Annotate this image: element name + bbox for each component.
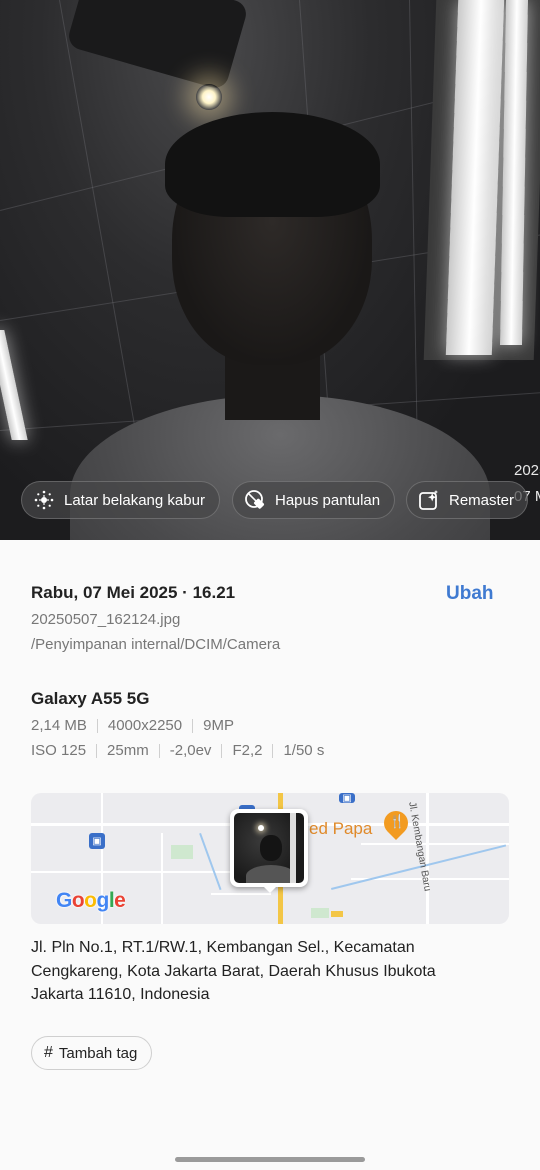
bus-stop-icon: ▣ bbox=[89, 833, 105, 849]
focal-length: 25mm bbox=[107, 742, 149, 759]
file-name: 20250507_162124.jpg bbox=[31, 611, 181, 628]
separator bbox=[272, 743, 274, 758]
phone-flash-light bbox=[196, 84, 222, 110]
details-panel: Rabu, 07 Mei 2025 · 16.21 Ubah 20250507_… bbox=[0, 540, 540, 1170]
blur-background-icon bbox=[32, 488, 56, 512]
separator bbox=[96, 743, 98, 758]
exposure-value: -2,0ev bbox=[169, 742, 212, 759]
map-river bbox=[199, 833, 222, 891]
thumbnail-image bbox=[234, 813, 304, 883]
suggestion-chips: Latar belakang kabur Hapus pantulan Rema… bbox=[21, 481, 540, 519]
home-indicator[interactable] bbox=[175, 1157, 365, 1162]
hashtag-icon: # bbox=[44, 1044, 53, 1061]
phone-silhouette bbox=[65, 0, 250, 91]
chip-label: Latar belakang kabur bbox=[64, 491, 205, 509]
map-road-marker bbox=[331, 911, 343, 917]
map-park bbox=[311, 908, 329, 918]
map-road bbox=[361, 843, 509, 845]
chip-remove-reflection[interactable]: Hapus pantulan bbox=[232, 481, 395, 519]
chip-label: Remaster bbox=[449, 491, 515, 509]
file-specs: 2,14 MB 4000x2250 9MP bbox=[31, 717, 234, 734]
map-road bbox=[161, 833, 163, 924]
map-park bbox=[171, 845, 193, 859]
separator bbox=[192, 718, 194, 733]
shutter-speed: 1/50 s bbox=[283, 742, 325, 759]
megapixels: 9MP bbox=[203, 717, 234, 734]
map-road bbox=[211, 893, 271, 895]
sparkle-remaster-icon bbox=[417, 488, 441, 512]
camera-specs: ISO 125 25mm -2,0ev F2,2 1/50 s bbox=[31, 742, 324, 759]
iso-value: ISO 125 bbox=[31, 742, 87, 759]
aperture: F2,2 bbox=[232, 742, 263, 759]
file-path: /Penyimpanan internal/DCIM/Camera bbox=[31, 636, 281, 653]
add-tag-label: Tambah tag bbox=[58, 1044, 138, 1062]
fluorescent-light bbox=[0, 330, 28, 440]
file-size: 2,14 MB bbox=[31, 717, 87, 734]
google-logo: Google bbox=[56, 889, 126, 912]
chip-label: Hapus pantulan bbox=[275, 491, 381, 509]
eraser-reflection-icon bbox=[243, 488, 267, 512]
person-hair bbox=[165, 112, 380, 217]
capture-datetime: Rabu, 07 Mei 2025 · 16.21 bbox=[31, 583, 236, 602]
photo-location-thumbnail bbox=[230, 809, 308, 887]
resolution: 4000x2250 bbox=[107, 717, 183, 734]
location-map[interactable]: ▣ ▣ ed Papa 🍴 Jl. Kembangan Baru Google bbox=[31, 793, 509, 924]
separator bbox=[158, 743, 160, 758]
device-name: Galaxy A55 5G bbox=[31, 689, 150, 708]
location-address: Jl. Pln No.1, RT.1/RW.1, Kembangan Sel.,… bbox=[31, 939, 436, 1003]
chip-remaster[interactable]: Remaster bbox=[406, 481, 528, 519]
photo-viewer[interactable]: 2025 07 Me Latar belakang kabur bbox=[0, 0, 540, 540]
add-tag-button[interactable]: # Tambah tag bbox=[31, 1036, 153, 1070]
edit-button[interactable]: Ubah bbox=[446, 583, 494, 605]
bus-stop-icon: ▣ bbox=[339, 793, 355, 804]
thumbnail-pointer bbox=[262, 885, 278, 893]
separator bbox=[96, 718, 98, 733]
map-road bbox=[31, 871, 261, 873]
map-place-label: ed Papa bbox=[309, 819, 373, 838]
chip-blur-background[interactable]: Latar belakang kabur bbox=[21, 481, 220, 519]
separator bbox=[221, 743, 223, 758]
